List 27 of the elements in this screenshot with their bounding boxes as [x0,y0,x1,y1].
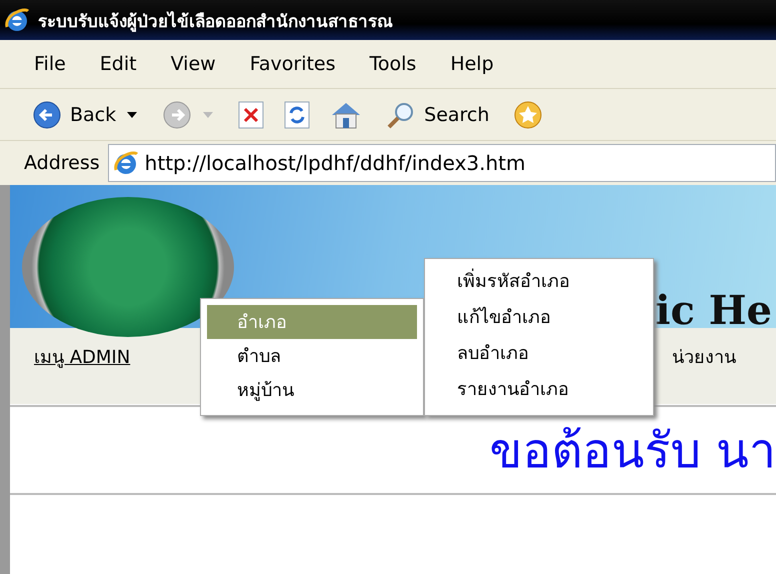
menu-item[interactable]: รายงานอำเภอ [425,371,653,407]
menu-item[interactable]: หมู่บ้าน [207,373,417,407]
browser-icon [4,7,30,33]
address-field[interactable]: http://localhost/lpdhf/ddhf/index3.htm [108,144,776,182]
menu-item[interactable]: View [154,53,233,75]
address-label: Address [24,152,100,174]
menu-item[interactable]: ลบอำเภอ [425,335,653,371]
forward-icon[interactable] [162,100,192,130]
menu-item[interactable]: Help [433,53,511,75]
caret-icon[interactable] [126,110,138,118]
nav-menu-item[interactable]: น่วยงาน [672,342,736,370]
window-title: ระบบรับแจ้งผู้ป่วยไข้เลือดออกสำนักงานสาธารณ [38,10,393,34]
menu-item[interactable]: Edit [82,53,154,75]
menu-item[interactable]: แก้ไขอำเภอ [425,299,653,335]
stop-icon[interactable] [238,100,264,128]
refresh-icon[interactable] [284,100,310,128]
page-icon [112,150,139,176]
menu-item[interactable]: Favorites [232,53,353,75]
menu-item[interactable]: Tools [352,53,434,75]
back-button[interactable]: Back [32,100,116,130]
nav-menu-item[interactable]: เมนู ADMIN [34,342,130,370]
search-button[interactable]: Search [386,100,490,130]
menu-item[interactable]: ตำบล [207,339,417,373]
banner-title: ic He [655,287,772,334]
menu-item[interactable]: เพิ่มรหัสอำเภอ [425,263,653,299]
menu-item[interactable]: File [0,53,83,75]
welcome-heading: ขอต้อนรับ นา [490,422,776,481]
